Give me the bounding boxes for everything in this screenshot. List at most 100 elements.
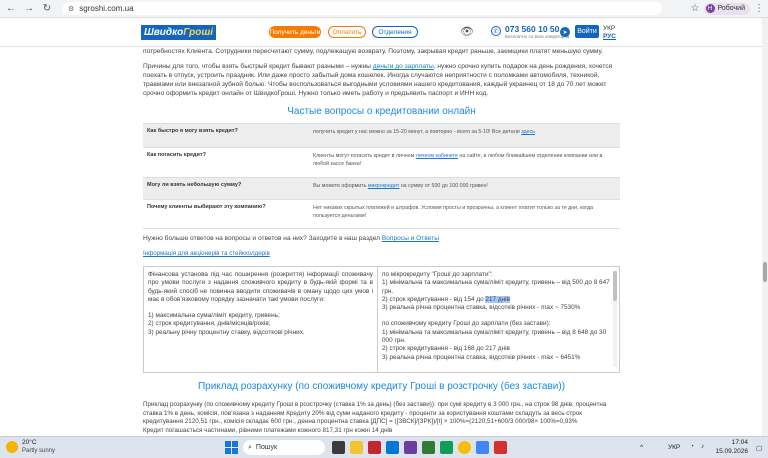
- faq-row: Могу ли взять небольшую сумму? Вы можете…: [143, 177, 620, 199]
- faq-answer: Нет никаких скрытых платежей и штрафов. …: [313, 205, 594, 219]
- details-link[interactable]: здесь: [521, 129, 535, 135]
- address-bar[interactable]: ⚙ sgroshi.com.ua: [62, 2, 662, 15]
- terms-item: 3) реальна річна процентна ставка, відсо…: [382, 353, 581, 361]
- highlighted-text: 217 днів: [485, 295, 510, 303]
- telegram-icon[interactable]: ➤: [560, 27, 570, 37]
- weather-sun-icon[interactable]: [6, 441, 18, 453]
- faq-answer-text: Вы можете оформить: [313, 183, 368, 189]
- notification-icon[interactable]: ▢: [756, 444, 762, 452]
- faq-table: Как быстро я могу взять кредит? получить…: [143, 123, 620, 229]
- lang-rus-link[interactable]: РУС: [603, 33, 616, 40]
- faq-answer-text: Клиенты могут погасить кредит в личном: [313, 153, 416, 159]
- more-answers-text: Нужно больше ответов на вопросы и ответо…: [143, 235, 439, 242]
- page-scrollbar-thumb[interactable]: [763, 262, 767, 282]
- branches-button[interactable]: Отделения: [372, 26, 418, 38]
- terms-item: 2) строк кредитування - від 154 до 217 д…: [382, 295, 615, 304]
- example-paragraph: Кредит погашається частинами, рівними пл…: [143, 426, 393, 434]
- clock-time[interactable]: 17:04: [718, 439, 748, 446]
- windows-start-icon[interactable]: [225, 441, 238, 454]
- lang-ukr-link[interactable]: УКР: [603, 25, 615, 32]
- personal-cabinet-link[interactable]: личном кабинете: [416, 153, 458, 159]
- app-icon[interactable]: [332, 441, 345, 454]
- terms-text: 2) строк кредитування - від 154 до: [382, 295, 486, 303]
- faq-question: Могу ли взять небольшую сумму?: [147, 182, 242, 188]
- main-content: потребностях Клиента. Сотрудники пересчи…: [143, 47, 620, 98]
- profile-button[interactable]: Н Робочий: [703, 2, 750, 15]
- faq-title: Частые вопросы о кредитовании онлайн: [287, 106, 476, 117]
- file-explorer-icon[interactable]: [350, 441, 363, 454]
- loan-terms-right[interactable]: по мікрокредиту "Гроші до зарплати": 1) …: [378, 267, 619, 372]
- faq-answer: Вы можете оформить микрокредит на сумму …: [309, 178, 620, 199]
- browser-menu-icon[interactable]: ⋮: [754, 3, 764, 14]
- payday-loan-link[interactable]: деньги до зарплаты: [373, 63, 434, 70]
- accessibility-eye-icon[interactable]: 👁: [460, 25, 474, 38]
- faq-row: Почему клиенты выбирают эту компанию? Не…: [143, 199, 620, 229]
- terms-item: 1) мінімальна та максимальна сума/ліміт …: [382, 279, 610, 295]
- faq-question: Как быстро я могу взять кредит?: [147, 128, 238, 134]
- loan-terms-box: Фінансова установа під час поширення (ро…: [143, 266, 620, 373]
- taskbar-search[interactable]: ⌕ Пошук: [243, 440, 325, 455]
- browser-toolbar: ← → ↻ ⚙ sgroshi.com.ua ☆ Н Робочий ⋮: [0, 0, 768, 18]
- phone-subtitle: Бесплатно со всех операторов: [505, 34, 570, 39]
- example-paragraph: Приклад розрахунку (по споживчому кредит…: [143, 401, 607, 425]
- wifi-icon[interactable]: ◔: [690, 443, 694, 450]
- mail-icon[interactable]: [386, 441, 399, 454]
- terms-intro: Фінансова установа під час поширення (ро…: [148, 271, 373, 303]
- clock-date[interactable]: 15.09.2026: [712, 448, 748, 455]
- reload-icon[interactable]: ↻: [40, 2, 54, 16]
- paragraph-repayment: потребностях Клиента. Сотрудники пересчи…: [143, 48, 603, 55]
- back-icon[interactable]: ←: [4, 2, 18, 16]
- avatar: Н: [705, 4, 715, 13]
- terms-item: 1) мінімальна та максимальна сума/ліміт …: [382, 328, 607, 345]
- phone-icon: ✆: [491, 26, 501, 36]
- example-text: Приклад розрахунку (по споживчому кредит…: [143, 401, 620, 435]
- keyboard-lang[interactable]: УКР: [668, 444, 680, 451]
- app-icon[interactable]: [404, 441, 417, 454]
- app-icon[interactable]: [422, 441, 435, 454]
- app-icon[interactable]: [494, 441, 507, 454]
- app-icon[interactable]: [368, 441, 381, 454]
- faq-answer-text: на сумму от 500 до 100 000 гривен!: [399, 183, 488, 189]
- volume-icon[interactable]: ♪: [701, 443, 704, 450]
- loan-terms-left: Фінансова установа під час поширення (ро…: [144, 267, 378, 372]
- url-text: sgroshi.com.ua: [79, 4, 134, 13]
- terms-item: 2) строк кредитування, днів/місяців/рокі…: [148, 320, 271, 328]
- windows-taskbar: 20°C Partly sunny ⌕ Пошук ^ УКР ◔ ♪ 17:04…: [0, 436, 768, 458]
- app-icon[interactable]: [476, 441, 489, 454]
- faq-row: Как быстро я могу взять кредит? получить…: [143, 123, 620, 147]
- terms-item: 3) реальна річна процентна ставка, відсо…: [382, 304, 581, 312]
- app-icon[interactable]: [440, 441, 453, 454]
- site-header: Швидко Гроші Получить деньги Оплатить Отд…: [0, 18, 768, 47]
- search-placeholder: Пошук: [255, 444, 278, 451]
- terms-heading: по споживчому кредиту Гроші до зарплати …: [382, 320, 551, 328]
- pay-button[interactable]: Оплатить: [328, 26, 366, 38]
- faq-answer: Клиенты могут погасить кредит в личном л…: [309, 148, 620, 177]
- faq-answer: получить кредит у нас можно за 15-20 мин…: [309, 124, 620, 147]
- phone-number[interactable]: 073 560 10 50: [505, 24, 559, 34]
- weather-desc[interactable]: Partly sunny: [22, 448, 55, 454]
- login-button[interactable]: Войти: [575, 25, 599, 38]
- faq-question: Почему клиенты выбирают эту компанию?: [147, 204, 266, 210]
- bookmark-star-icon[interactable]: ☆: [691, 3, 700, 14]
- profile-name: Робочий: [717, 5, 745, 12]
- faq-question: Как погасить кредит?: [147, 152, 206, 158]
- site-info-icon[interactable]: ⚙: [68, 5, 74, 13]
- get-money-button[interactable]: Получить деньги: [269, 26, 321, 38]
- example-title: Приклад розрахунку (по споживчому кредит…: [197, 381, 566, 392]
- tray-chevron-icon[interactable]: ^: [640, 444, 643, 451]
- shareholders-info-link[interactable]: Інформація для акціонерів та стейкхолдер…: [143, 250, 270, 257]
- more-answers-label: Нужно больше ответов на вопросы и ответо…: [143, 235, 382, 242]
- faq-row: Как погасить кредит? Клиенты могут погас…: [143, 147, 620, 177]
- page-scrollbar-track[interactable]: [762, 18, 768, 436]
- logo-text-accent: Гроші: [183, 27, 214, 38]
- logo-text: Швидко: [143, 27, 184, 38]
- site-logo[interactable]: Швидко Гроші: [141, 25, 216, 40]
- chrome-icon[interactable]: [458, 441, 471, 454]
- microcredit-link[interactable]: микрокредит: [368, 183, 399, 189]
- search-icon: ⌕: [248, 443, 252, 451]
- faq-section-link[interactable]: Вопросы и Ответы: [382, 235, 439, 242]
- weather-temp[interactable]: 20°C: [22, 439, 37, 446]
- inner-scrollbar-thumb[interactable]: [613, 271, 617, 301]
- terms-item: 2) строк кредитування - від 168 до 217 д…: [382, 345, 510, 353]
- forward-icon[interactable]: →: [22, 2, 36, 16]
